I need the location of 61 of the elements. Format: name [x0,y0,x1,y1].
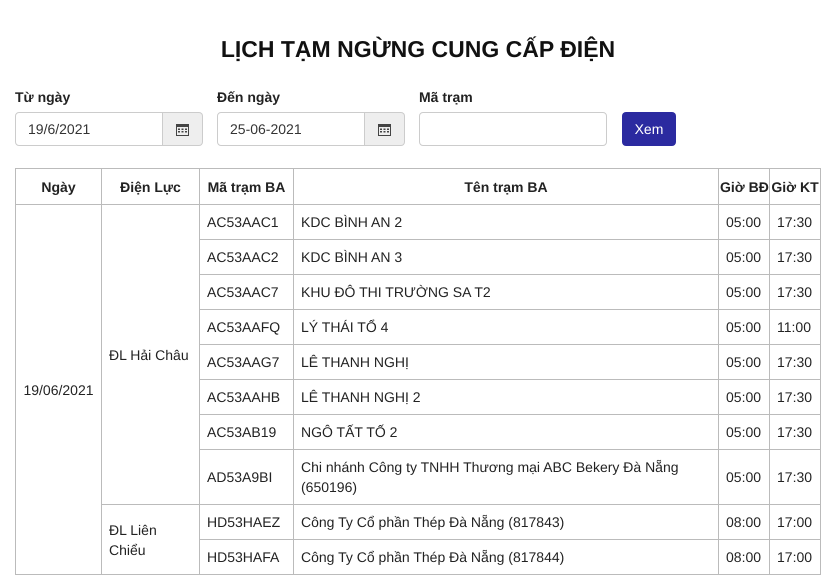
table-cell: 17:30 [770,450,820,504]
table-cell: 17:30 [770,414,820,450]
date-cell: 19/06/2021 [16,204,102,574]
page-title: LỊCH TẠM NGỪNG CUNG CẤP ĐIỆN [220,36,616,63]
column-header: Giờ BĐ [718,168,770,204]
table-cell: 17:30 [770,204,820,240]
calendar-button[interactable] [163,112,203,146]
table-cell: AC53AB19 [200,414,294,450]
date-field[interactable]: 19/6/2021 [15,112,163,146]
table-cell: AD53A9BI [200,450,294,504]
table-cell: 17:00 [770,540,820,574]
table-cell: 08:00 [718,540,770,574]
table-cell: 05:00 [718,414,770,450]
table-cell: 11:00 [770,310,820,344]
column-header: Giờ KT [770,168,820,204]
table-cell: 05:00 [718,240,770,274]
district-cell: ĐL Liên Chiểu [102,504,200,574]
table-cell: Công Ty Cổ phần Thép Đà Nẵng (817843) [294,504,718,540]
table-cell: NGÔ TẤT TỐ 2 [294,414,718,450]
field-label: Đến ngày [217,89,282,105]
table-cell: 05:00 [718,204,770,240]
station-code-field[interactable] [419,112,607,146]
table-cell: 05:00 [718,450,770,504]
table-cell: 08:00 [718,504,770,540]
table-cell: AC53AAG7 [200,344,294,380]
table-cell: 05:00 [718,344,770,380]
calendar-button[interactable] [365,112,405,146]
field-label: Mã trạm [419,89,474,105]
table-cell: Chi nhánh Công ty TNHH Thương mại ABC Bekery Đà Nẵng (650196) [294,450,718,504]
calendar-icon [378,122,391,136]
calendar-icon [176,122,189,136]
table-cell: 17:30 [770,344,820,380]
table-cell: AC53AAC2 [200,240,294,274]
table-cell: AC53AAC7 [200,274,294,310]
view-button[interactable]: Xem [622,112,676,146]
table-cell: 05:00 [718,310,770,344]
table-cell: KHU ĐÔ THI TRƯỜNG SA T2 [294,274,718,310]
column-header: Ngày [16,168,102,204]
date-field[interactable]: 25-06-2021 [217,112,365,146]
table-cell: HD53HAEZ [200,504,294,540]
table-cell: 17:00 [770,504,820,540]
table-cell: 17:30 [770,240,820,274]
table-cell: 05:00 [718,380,770,414]
column-header: Mã trạm BA [200,168,294,204]
field-label: Từ ngày [15,89,72,105]
table-cell: 17:30 [770,274,820,310]
table-cell: 17:30 [770,380,820,414]
table-cell: AC53AAHB [200,380,294,414]
table-cell: LÝ THÁI TỔ 4 [294,310,718,344]
district-cell: ĐL Hải Châu [102,204,200,504]
table-cell: AC53AAFQ [200,310,294,344]
table-cell: KDC BÌNH AN 3 [294,240,718,274]
column-header: Điện Lực [102,168,200,204]
table-cell: LÊ THANH NGHỊ [294,344,718,380]
table-cell: 05:00 [718,274,770,310]
table-cell: HD53HAFA [200,540,294,574]
table-cell: KDC BÌNH AN 2 [294,204,718,240]
table-cell: LÊ THANH NGHỊ 2 [294,380,718,414]
table-cell: Công Ty Cổ phần Thép Đà Nẵng (817844) [294,540,718,574]
column-header: Tên trạm BA [294,168,718,204]
table-cell: AC53AAC1 [200,204,294,240]
